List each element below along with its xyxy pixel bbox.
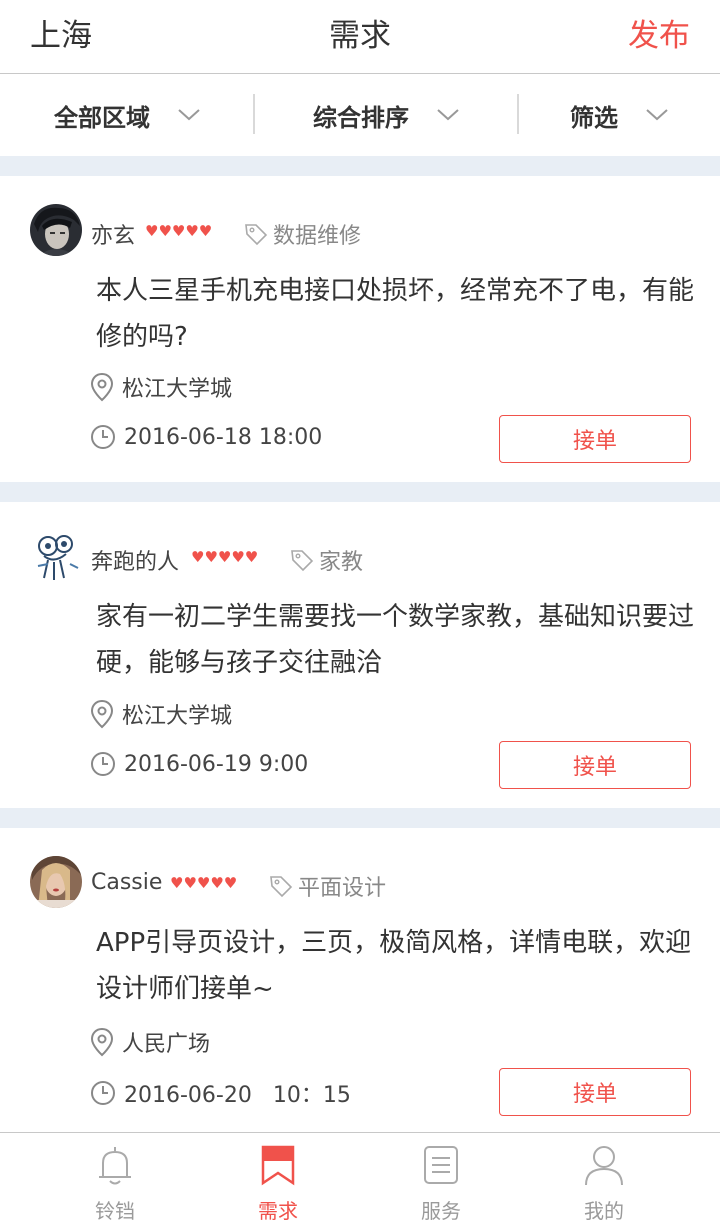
section-divider	[0, 808, 720, 828]
location-pin-icon	[90, 699, 114, 729]
time-text: 2016-06-20 10：15	[124, 1083, 351, 1108]
chevron-down-icon	[437, 109, 459, 121]
chevron-down-icon	[178, 109, 200, 121]
bookmark-icon	[261, 1145, 295, 1186]
category-tag: 平面设计	[268, 870, 386, 902]
category-tag: 数据维修	[243, 218, 361, 250]
user-name: Cassie	[91, 870, 163, 895]
section-divider	[0, 156, 720, 176]
chevron-down-icon	[646, 109, 668, 121]
demand-content: 家有一初二学生需要找一个数学家教，基础知识要过硬，能够与孩子交往融洽	[96, 602, 695, 678]
demand-card[interactable]: Cassie ♥♥♥♥♥ 平面设计 APP引导页设计，三页，极简风格，详情电联，…	[0, 828, 720, 1132]
time-text: 2016-06-18 18:00	[124, 424, 323, 450]
rating-hearts: ♥♥♥♥♥	[145, 222, 213, 240]
clock-icon	[91, 752, 115, 776]
tab-bell[interactable]: 铃铛	[25, 1133, 205, 1230]
clock-icon	[91, 1081, 115, 1105]
rating-hearts: ♥♥♥♥♥	[170, 874, 238, 892]
location-pin-icon	[90, 1027, 114, 1057]
location-text: 松江大学城	[122, 377, 233, 402]
tag-label: 平面设计	[298, 876, 387, 901]
demand-content: 本人三星手机充电接口处损坏，经常充不了电，有能修的吗?	[96, 276, 695, 352]
bottom-tab-bar: 铃铛 需求 服务 我的	[0, 1132, 720, 1230]
time-row: 2016-06-20 10：15	[90, 1077, 351, 1109]
filter-area-dropdown[interactable]: 全部区域	[0, 74, 254, 156]
tab-service[interactable]: 服务	[351, 1133, 531, 1230]
accept-order-button[interactable]: 接单	[499, 415, 691, 463]
top-header: 上海 需求 发布	[0, 0, 720, 74]
time-text: 2016-06-19 9:00	[124, 751, 309, 777]
tag-icon	[270, 876, 293, 898]
time-row: 2016-06-18 18:00	[90, 424, 322, 450]
tab-label: 铃铛	[95, 1199, 135, 1223]
filter-screen-label: 筛选	[570, 103, 618, 132]
location-row: 松江大学城	[90, 371, 232, 403]
tab-mine[interactable]: 我的	[514, 1133, 694, 1230]
tag-icon	[291, 550, 314, 572]
clock-icon	[91, 425, 115, 449]
accept-order-button[interactable]: 接单	[499, 1068, 691, 1116]
bell-icon	[99, 1147, 131, 1185]
filter-bar: 全部区域 综合排序 筛选	[0, 74, 720, 156]
tag-icon	[245, 224, 268, 246]
filter-screen-dropdown[interactable]: 筛选	[518, 74, 720, 156]
user-name: 亦玄	[91, 224, 136, 249]
filter-sort-dropdown[interactable]: 综合排序	[254, 74, 518, 156]
location-row: 人民广场	[90, 1026, 210, 1058]
publish-button[interactable]: 发布	[628, 10, 690, 55]
tab-label: 服务	[421, 1199, 461, 1223]
avatar[interactable]	[30, 856, 82, 908]
avatar[interactable]	[30, 204, 82, 256]
rating-hearts: ♥♥♥♥♥	[191, 548, 259, 566]
list-icon	[424, 1146, 458, 1184]
tab-label: 需求	[258, 1199, 298, 1223]
filter-sort-label: 综合排序	[313, 103, 409, 132]
demand-card[interactable]: 奔跑的人 ♥♥♥♥♥ 家教 家有一初二学生需要找一个数学家教，基础知识要过硬，能…	[0, 502, 720, 808]
location-row: 松江大学城	[90, 698, 232, 730]
time-row: 2016-06-19 9:00	[90, 751, 308, 777]
accept-order-button[interactable]: 接单	[499, 741, 691, 789]
tag-label: 数据维修	[273, 224, 362, 249]
user-name: 奔跑的人	[91, 550, 180, 575]
person-icon	[585, 1146, 623, 1186]
location-text: 人民广场	[122, 1032, 211, 1057]
demand-content: APP引导页设计，三页，极简风格，详情电联，欢迎设计师们接单~	[96, 928, 692, 1004]
tab-label: 我的	[584, 1199, 624, 1223]
filter-area-label: 全部区域	[54, 103, 150, 132]
section-divider	[0, 482, 720, 502]
page-title: 需求	[329, 18, 391, 54]
location-pin-icon	[90, 372, 114, 402]
demand-card[interactable]: 亦玄 ♥♥♥♥♥ 数据维修 本人三星手机充电接口处损坏，经常充不了电，有能修的吗…	[0, 176, 720, 482]
app-root: 上海 需求 发布 全部区域 综合排序 筛选 亦玄 ♥♥♥♥♥ 数据维修 本人三星…	[0, 0, 720, 1230]
category-tag: 家教	[289, 544, 363, 576]
location-text: 松江大学城	[122, 704, 233, 729]
tag-label: 家教	[319, 550, 364, 575]
tab-demand[interactable]: 需求	[188, 1133, 368, 1230]
avatar[interactable]	[30, 530, 82, 582]
